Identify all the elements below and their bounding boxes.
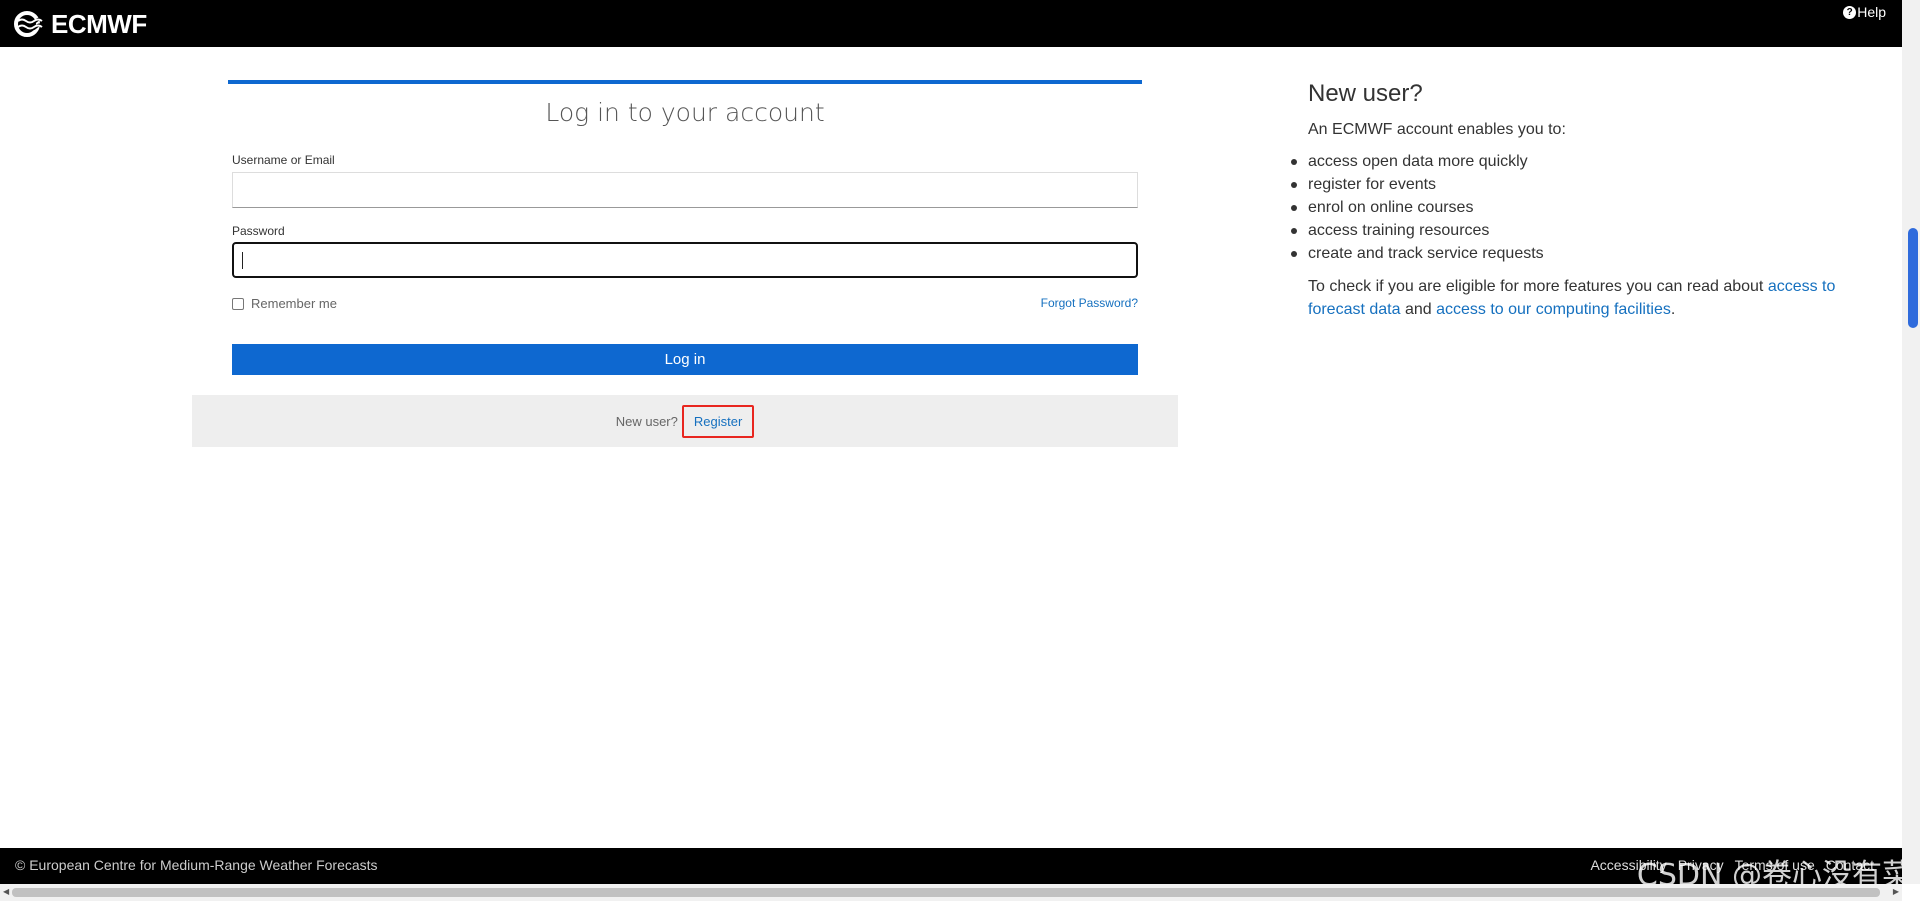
list-item: access training resources xyxy=(1291,219,1878,242)
horizontal-scrollbar[interactable]: ◀ ▶ xyxy=(0,884,1902,901)
forgot-password-link[interactable]: Forgot Password? xyxy=(1041,296,1138,310)
login-panel: Log in to your account Username or Email… xyxy=(192,80,1178,447)
password-field[interactable] xyxy=(232,242,1138,278)
login-accent-bar xyxy=(228,80,1142,84)
copyright-text: © European Centre for Medium-Range Weath… xyxy=(15,857,378,873)
register-link[interactable]: Register xyxy=(681,404,755,438)
help-label: Help xyxy=(1857,4,1886,20)
remember-label: Remember me xyxy=(251,296,337,311)
ecmwf-logo-icon xyxy=(14,11,46,37)
login-title: Log in to your account xyxy=(545,98,825,127)
register-bar: New user? Register xyxy=(192,395,1178,447)
vertical-scroll-thumb[interactable] xyxy=(1908,228,1918,328)
top-navbar: ECMWF ? Help xyxy=(0,0,1902,47)
scroll-right-arrow-icon[interactable]: ▶ xyxy=(1893,887,1899,896)
username-field[interactable] xyxy=(232,172,1138,208)
eligibility-text: To check if you are eligible for more fe… xyxy=(1308,275,1878,321)
ecmwf-logo[interactable]: ECMWF xyxy=(14,8,147,39)
eligibility-prefix: To check if you are eligible for more fe… xyxy=(1308,278,1768,295)
horizontal-scroll-thumb[interactable] xyxy=(12,888,1880,897)
new-user-panel: New user? An ECMWF account enables you t… xyxy=(1291,80,1878,321)
feature-list: access open data more quickly register f… xyxy=(1291,150,1878,265)
logo-text: ECMWF xyxy=(51,8,147,39)
new-user-heading: New user? xyxy=(1308,80,1423,107)
list-item: enrol on online courses xyxy=(1291,196,1878,219)
vertical-scrollbar[interactable] xyxy=(1902,0,1920,884)
login-button[interactable]: Log in xyxy=(232,344,1138,375)
remember-checkbox[interactable] xyxy=(232,297,244,310)
scroll-left-arrow-icon[interactable]: ◀ xyxy=(3,887,9,896)
list-item: access open data more quickly xyxy=(1291,150,1878,173)
question-icon: ? xyxy=(1843,5,1857,19)
username-label: Username or Email xyxy=(232,153,335,167)
computing-facilities-link[interactable]: access to our computing facilities xyxy=(1436,301,1671,318)
remember-me[interactable]: Remember me xyxy=(232,296,337,311)
list-item: register for events xyxy=(1291,173,1878,196)
text-caret xyxy=(242,252,243,269)
new-user-intro: An ECMWF account enables you to: xyxy=(1308,121,1566,138)
new-user-text: New user? xyxy=(615,413,678,429)
password-label: Password xyxy=(232,224,285,238)
and-text: and xyxy=(1400,301,1437,318)
eligibility-suffix: . xyxy=(1670,301,1676,318)
footer: © European Centre for Medium-Range Weath… xyxy=(0,848,1902,884)
list-item: create and track service requests xyxy=(1291,242,1878,265)
help-link[interactable]: ? Help xyxy=(1843,4,1886,20)
